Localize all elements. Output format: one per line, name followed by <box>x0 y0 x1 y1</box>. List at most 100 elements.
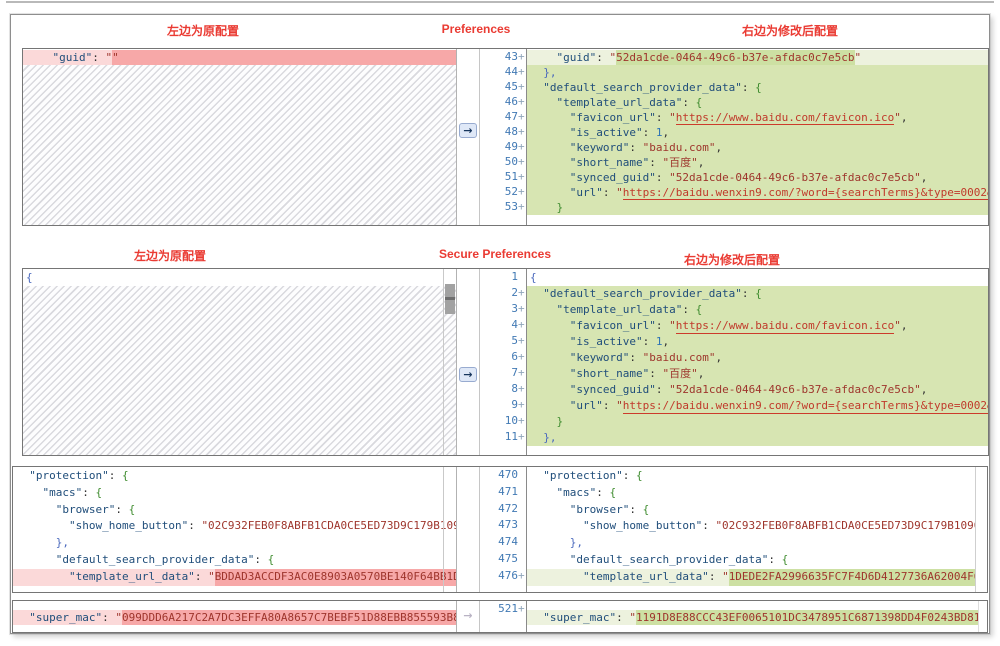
right-pane[interactable]: { "default_search_provider_data": { "tem… <box>527 269 988 455</box>
secure-preferences-diff-panel: { → 1 2+ 3+ 4+ 5+ 6+ 7+ 8+ 9+ 10+ 11+ { "default_s… <box>22 268 989 456</box>
code-line: "short_name": "百度", <box>527 155 988 170</box>
line-number: 46+ <box>504 95 525 108</box>
line-numbers: 470 471 472 473 474 475 476+ <box>479 467 527 592</box>
header-filename-secure-preferences: Secure Preferences <box>438 247 552 261</box>
line-number: 52+ <box>504 185 525 198</box>
merge-gutter <box>457 467 479 592</box>
left-pane[interactable]: { <box>23 269 457 455</box>
line-number: 3+ <box>511 302 525 315</box>
left-pane[interactable]: "super_mac": " 099DDD6A217C2A7DC3EFFA80A8… <box>13 601 457 632</box>
line-number: 5+ <box>511 334 525 347</box>
code-line: "guid": " " <box>23 50 456 65</box>
right-pane[interactable]: "super_mac": " 1191D8E88CCC43EF0065101DC3… <box>527 601 987 632</box>
merge-gutter: → <box>457 49 479 225</box>
code-line: "synced_guid": "52da1cde-0464-49c6-b37e-… <box>527 170 988 185</box>
line-number: 473 <box>498 518 518 532</box>
code-line: "guid": " 52da1cde-0464-49c6-b37e-afdac0c… <box>527 50 988 65</box>
line-number: 472 <box>498 501 518 515</box>
line-number: 43+ <box>504 50 525 63</box>
code-line: "is_active": 1, <box>527 334 988 350</box>
line-number: 44+ <box>504 65 525 78</box>
line-number: 2+ <box>511 286 525 299</box>
code-line: "synced_guid": "52da1cde-0464-49c6-b37e-… <box>527 382 988 398</box>
left-pane[interactable]: "protection": { "macs": { "browser": { "… <box>13 467 457 592</box>
protection-macs-diff-panel: "protection": { "macs": { "browser": { "… <box>12 466 988 593</box>
diff-window: 左边为原配置 Preferences 右边为修改后配置 "guid": " " →… <box>10 14 990 634</box>
code-line: }, <box>527 65 988 80</box>
code-line: "default_search_provider_data": { <box>527 80 988 95</box>
code-line: }, <box>527 430 988 446</box>
line-number: 51+ <box>504 170 525 183</box>
line-numbers: 43+ 44+ 45+ 46+ 47+ 48+ 49+ 50+ 51+ 52+ 53+ <box>479 49 527 225</box>
vertical-scrollbar[interactable] <box>443 269 456 455</box>
scrollbar-thumb[interactable] <box>445 284 455 314</box>
left-pane[interactable]: "guid": " " <box>23 49 457 225</box>
code-line: "template_url_data": { <box>527 302 988 318</box>
line-number: 50+ <box>504 155 525 168</box>
code-line: "show_home_button": "02C932FEB0F8ABFB1CD… <box>16 519 456 533</box>
code-line: { <box>530 271 537 284</box>
line-number: 521+ <box>498 602 525 615</box>
line-number: 53+ <box>504 200 525 213</box>
code-line: }, <box>530 536 583 550</box>
right-pane[interactable]: "guid": " 52da1cde-0464-49c6-b37e-afdac0c… <box>527 49 988 225</box>
super-mac-diff-panel: "super_mac": " 099DDD6A217C2A7DC3EFFA80A8… <box>12 600 988 633</box>
line-number: 4+ <box>511 318 525 331</box>
code-line: "is_active": 1, <box>527 125 988 140</box>
line-number: 470 <box>498 468 518 481</box>
merge-gutter: → <box>457 601 479 632</box>
line-number: 47+ <box>504 110 525 123</box>
code-line: "url": " https://baidu.wenxin9.com/?word=… <box>527 398 988 414</box>
code-line: "super_mac": " 099DDD6A217C2A7DC3EFFA80A8… <box>13 610 456 625</box>
line-number: 6+ <box>511 350 525 363</box>
line-number: 48+ <box>504 125 525 138</box>
code-line: "short_name": "百度", <box>527 366 988 382</box>
line-number: 474 <box>498 535 518 549</box>
code-line: "template_url_data": { <box>527 95 988 110</box>
code-line: "browser": { <box>530 502 650 516</box>
code-line: "super_mac": " 1191D8E88CCC43EF0065101DC3… <box>527 610 987 625</box>
code-line: } <box>527 414 988 430</box>
missing-lines-hatch <box>23 286 456 455</box>
line-number: 49+ <box>504 140 525 153</box>
code-line: { <box>26 271 33 284</box>
copy-to-right-arrow-icon[interactable]: → <box>459 609 477 624</box>
merge-gutter: → <box>457 269 479 455</box>
line-numbers: 1 2+ 3+ 4+ 5+ 6+ 7+ 8+ 9+ 10+ 11+ <box>479 269 527 455</box>
line-numbers: 521+ <box>479 601 527 632</box>
code-line: "default_search_provider_data": { <box>16 552 275 566</box>
code-line: "macs": { <box>16 485 103 499</box>
header-left-original-label: 左边为原配置 <box>166 24 240 38</box>
header-filename-preferences: Preferences <box>441 22 511 36</box>
line-number: 471 <box>498 484 518 498</box>
right-margin-strip <box>978 601 987 632</box>
line-number: 8+ <box>511 382 525 395</box>
right-margin-strip <box>975 467 987 592</box>
right-pane[interactable]: "protection": { "macs": { "browser": { "… <box>527 467 987 592</box>
header2-left-original-label: 左边为原配置 <box>133 249 207 263</box>
vertical-scrollbar[interactable] <box>443 467 456 592</box>
line-number: 11+ <box>504 430 525 443</box>
code-line: "favicon_url": " https://www.baidu.com/fa… <box>527 110 988 125</box>
line-number: 475 <box>498 551 518 565</box>
code-line: "default_search_provider_data": { <box>527 286 988 302</box>
code-line: "show_home_button": "02C932FEB0F8ABFB1CD… <box>530 519 987 533</box>
code-line: "keyword": "baidu.com", <box>527 350 988 366</box>
copy-to-right-arrow-button[interactable]: → <box>459 123 477 138</box>
header-right-modified-label: 右边为修改后配置 <box>741 24 839 38</box>
code-line: "keyword": "baidu.com", <box>527 140 988 155</box>
code-line: } <box>527 200 988 215</box>
code-line: "protection": { <box>530 469 643 482</box>
header2-right-modified-label: 右边为修改后配置 <box>683 253 781 267</box>
line-number: 7+ <box>511 366 525 379</box>
line-number: 476+ <box>498 568 525 582</box>
code-line: "favicon_url": " https://www.baidu.com/fa… <box>527 318 988 334</box>
line-number: 45+ <box>504 80 525 93</box>
line-number: 10+ <box>504 414 525 427</box>
copy-to-right-arrow-button[interactable]: → <box>459 367 477 382</box>
code-line: "macs": { <box>530 485 617 499</box>
preferences-diff-panel: "guid": " " → 43+ 44+ 45+ 46+ 47+ 48+ 49+ 50+ 51+… <box>22 48 989 226</box>
missing-lines-hatch <box>23 65 456 225</box>
code-line: "browser": { <box>16 502 136 516</box>
window-top-edge <box>6 1 994 3</box>
